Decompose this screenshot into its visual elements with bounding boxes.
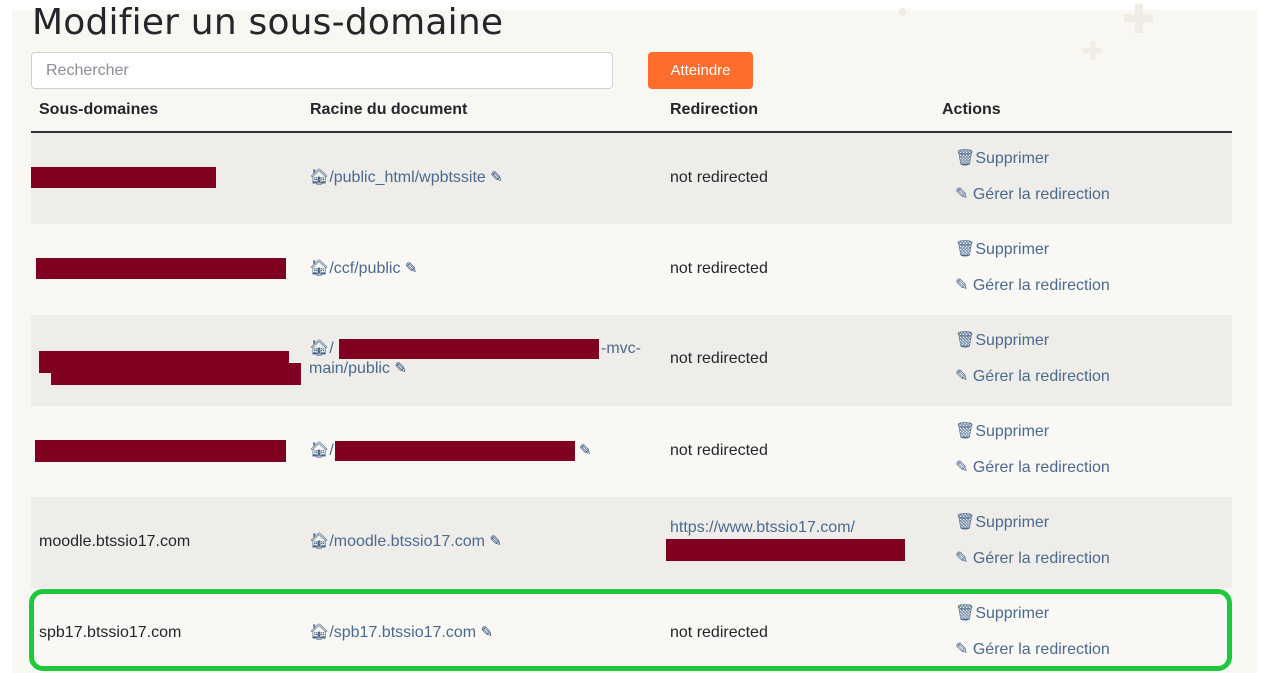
pencil-icon[interactable]: ✎ [394, 360, 407, 377]
table-row: 🏠︎/ ✎ not redirected 🗑︎Supprimer ✎ Gérer… [31, 406, 1232, 497]
column-header-document-root: Racine du document [310, 101, 468, 118]
home-icon: 🏠︎ [309, 169, 330, 186]
trash-icon: 🗑︎ [955, 332, 976, 349]
document-root-link[interactable]: 🏠︎/ ✎ [309, 441, 629, 461]
column-header-redirection: Redirection [670, 101, 759, 118]
delete-button[interactable]: 🗑︎Supprimer [955, 148, 1049, 168]
home-icon: 🏠︎ [309, 442, 330, 459]
decorative-plus-icon: ✚ [1082, 36, 1104, 66]
column-header-subdomains: Sous-domaines [39, 101, 159, 118]
manage-redirect-button[interactable]: ✎ Gérer la redirection [955, 548, 1110, 568]
redirect-status: not redirected [670, 442, 768, 459]
document-root-link[interactable]: 🏠︎/moodle.btssio17.com ✎ [309, 532, 502, 552]
pencil-icon[interactable]: ✎ [579, 441, 592, 461]
pencil-icon: ✎ [955, 368, 969, 385]
document-root-link[interactable]: 🏠︎/spb17.btssio17.com ✎ [309, 623, 493, 643]
manage-redirect-button[interactable]: ✎ Gérer la redirection [955, 184, 1110, 204]
subdomain-name: spb17.btssio17.com [39, 624, 182, 641]
pencil-icon: ✎ [955, 277, 969, 294]
home-icon: 🏠︎ [309, 340, 330, 357]
trash-icon: 🗑︎ [955, 605, 976, 622]
trash-icon: 🗑︎ [955, 241, 976, 258]
manage-redirect-button[interactable]: ✎ Gérer la redirection [955, 275, 1110, 295]
search-input[interactable] [31, 52, 613, 89]
redacted-subdomain [51, 363, 301, 385]
redacted-path [339, 339, 599, 359]
pencil-icon[interactable]: ✎ [405, 260, 418, 277]
redirect-link[interactable]: https://www.btssio17.com/ [670, 519, 855, 536]
delete-button[interactable]: 🗑︎Supprimer [955, 603, 1049, 623]
decorative-plus-icon: ✚ [1122, 0, 1156, 42]
manage-redirect-button[interactable]: ✎ Gérer la redirection [955, 639, 1110, 659]
column-header-actions: Actions [942, 101, 1001, 118]
redirect-target: https://www.btssio17.com/ [670, 519, 855, 537]
subdomain-name: moodle.btssio17.com [39, 533, 191, 550]
manage-redirect-button[interactable]: ✎ Gérer la redirection [955, 457, 1110, 477]
pencil-icon: ✎ [955, 186, 969, 203]
pencil-icon: ✎ [955, 459, 969, 476]
table-row: 🏠︎/ -mvc- main/public ✎ not redirected 🗑… [31, 315, 1232, 406]
redirect-status: not redirected [670, 624, 768, 641]
table-row: 🏠︎/ccf/public ✎ not redirected 🗑︎Supprim… [31, 224, 1232, 315]
pencil-icon: ✎ [955, 641, 969, 658]
trash-icon: 🗑︎ [955, 423, 976, 440]
redacted-subdomain [35, 440, 286, 462]
trash-icon: 🗑︎ [955, 514, 976, 531]
redacted-redirect [666, 539, 905, 561]
pencil-icon[interactable]: ✎ [481, 624, 494, 641]
redirect-status: not redirected [670, 350, 768, 367]
table-row: moodle.btssio17.com 🏠︎/moodle.btssio17.c… [31, 497, 1232, 588]
redacted-subdomain [31, 167, 216, 188]
manage-redirect-button[interactable]: ✎ Gérer la redirection [955, 366, 1110, 386]
pencil-icon: ✎ [955, 550, 969, 567]
document-root-link[interactable]: 🏠︎/public_html/wpbtssite ✎ [309, 168, 503, 188]
delete-button[interactable]: 🗑︎Supprimer [955, 512, 1049, 532]
redirect-status: not redirected [670, 260, 768, 277]
page-title: Modifier un sous-domaine [32, 2, 504, 43]
table-row: spb17.btssio17.com 🏠︎/spb17.btssio17.com… [31, 588, 1232, 673]
redirect-status: not redirected [670, 169, 768, 186]
home-icon: 🏠︎ [309, 260, 330, 277]
document-root-link[interactable]: 🏠︎/ccf/public ✎ [309, 259, 417, 279]
delete-button[interactable]: 🗑︎Supprimer [955, 330, 1049, 350]
search-go-button[interactable]: Atteindre [648, 52, 753, 89]
pencil-icon[interactable]: ✎ [489, 533, 502, 550]
trash-icon: 🗑︎ [955, 150, 976, 167]
home-icon: 🏠︎ [309, 533, 330, 550]
home-icon: 🏠︎ [309, 624, 330, 641]
document-root-link[interactable]: 🏠︎/ -mvc- main/public ✎ [309, 339, 649, 379]
pencil-icon[interactable]: ✎ [490, 169, 503, 186]
redacted-subdomain [36, 258, 286, 279]
delete-button[interactable]: 🗑︎Supprimer [955, 239, 1049, 259]
redacted-path [335, 441, 575, 461]
decorative-dot-icon: ● [897, 1, 908, 21]
table-row: 🏠︎/public_html/wpbtssite ✎ not redirecte… [31, 133, 1232, 224]
delete-button[interactable]: 🗑︎Supprimer [955, 421, 1049, 441]
